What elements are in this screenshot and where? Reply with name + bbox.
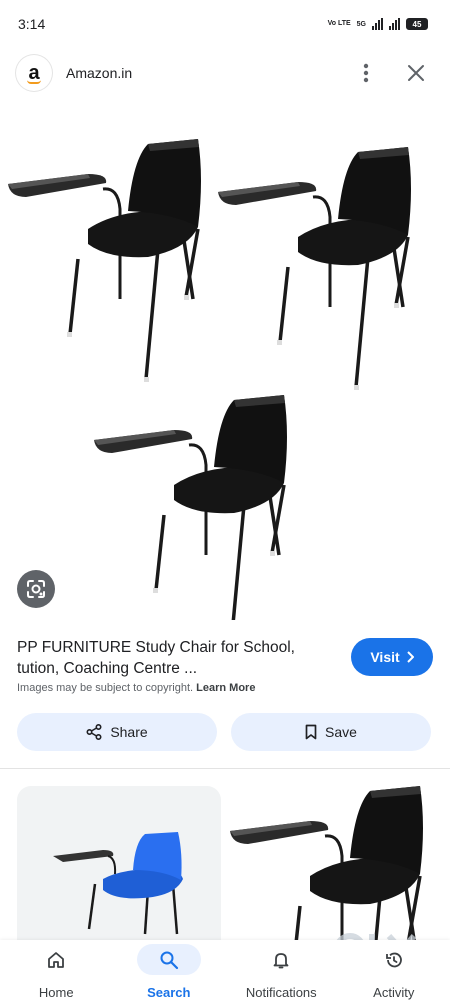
nav-home[interactable]: Home [0,940,113,1000]
battery-icon: 45 [406,18,428,30]
nav-notifications-label: Notifications [245,985,317,1000]
save-label: Save [325,724,357,740]
close-icon [408,65,424,81]
related-image-2[interactable] [230,786,434,956]
divider [0,768,450,769]
copyright-notice: Images may be subject to copyright. Lear… [17,682,255,694]
copyright-text: Images may be subject to copyright. [17,682,194,694]
nav-activity-label: Activity [373,985,415,1000]
lens-button[interactable] [17,570,55,608]
more-options-button[interactable] [348,55,384,91]
black-chair-image [230,786,425,956]
nav-home-label: Home [38,985,74,1000]
status-icons: Vo LTE 5G 45 [328,18,428,30]
signal-icon-2 [389,18,400,30]
amazon-logo: a [16,55,52,91]
chair-image-2 [216,145,413,392]
nav-activity[interactable]: Activity [338,940,450,1000]
bookmark-icon [305,724,317,740]
signal-type: 5G [356,20,366,28]
chair-image-1 [6,137,203,384]
chair-image-3 [92,393,289,620]
blue-chair-image [51,830,185,936]
more-vert-icon [363,63,369,83]
header: a Amazon.in [0,50,450,96]
bell-icon [273,952,289,968]
share-icon [86,724,102,740]
nav-notifications[interactable]: Notifications [225,940,338,1000]
status-bar: 3:14 Vo LTE 5G 45 [0,0,450,48]
site-name: Amazon.in [66,65,133,81]
share-label: Share [110,724,148,740]
learn-more-link[interactable]: Learn More [196,682,255,694]
visit-button[interactable]: Visit [351,638,433,676]
nav-search[interactable]: Search [113,940,226,1000]
home-icon [48,951,65,968]
nav-search-label: Search [147,985,191,1000]
google-lens-icon [27,580,45,598]
related-image-1[interactable] [17,786,221,956]
save-button[interactable]: Save [231,713,431,751]
close-button[interactable] [398,55,434,91]
product-title[interactable]: PP FURNITURE Study Chair for School, tut… [17,637,337,679]
visit-label: Visit [370,649,400,665]
bottom-nav: Home Search Notifications Activity [0,940,450,1000]
chevron-right-icon [406,651,414,663]
search-icon [160,951,178,969]
history-icon [385,952,402,967]
product-image[interactable] [0,110,450,620]
network-type: Vo LTE [327,20,351,27]
signal-icon [372,18,383,30]
share-button[interactable]: Share [17,713,217,751]
status-time: 3:14 [18,16,46,32]
